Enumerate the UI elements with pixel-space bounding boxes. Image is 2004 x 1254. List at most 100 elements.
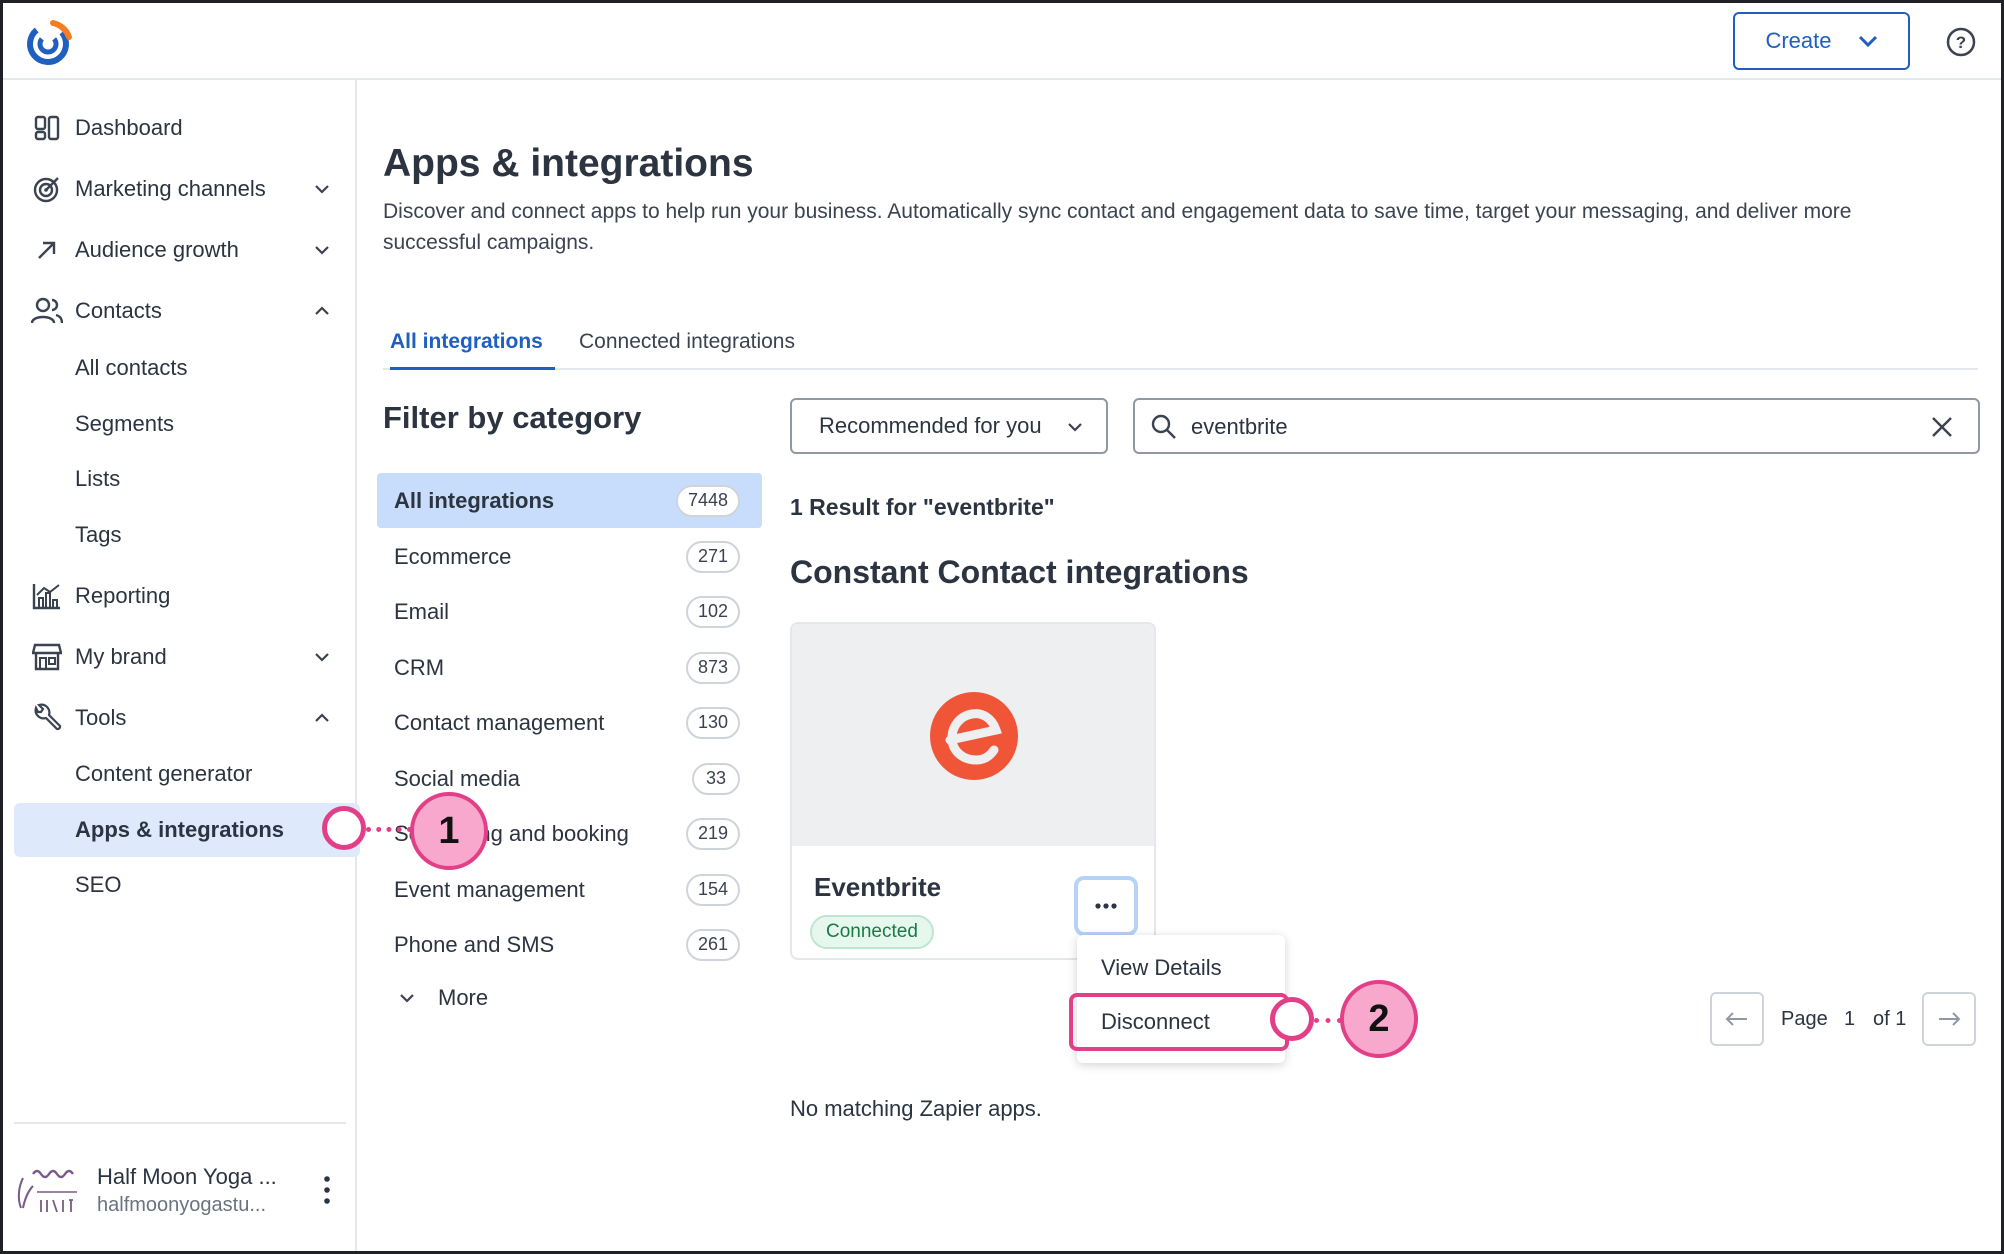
- top-bar: Create ?: [3, 3, 2001, 80]
- tab-connected-integrations[interactable]: Connected integrations: [579, 330, 795, 370]
- category-label: Ecommerce: [394, 543, 512, 569]
- category-crm[interactable]: CRM 873: [377, 640, 762, 695]
- sidebar-item-reporting[interactable]: Reporting: [3, 568, 355, 624]
- category-count: 33: [692, 762, 740, 795]
- sidebar-item-label: Audience growth: [75, 237, 239, 262]
- sidebar-divider: [14, 1122, 346, 1124]
- category-count: 102: [685, 595, 740, 628]
- integration-card-eventbrite[interactable]: Eventbrite Connected: [790, 622, 1156, 960]
- chevron-down-icon: [315, 185, 329, 194]
- tab-bar: All integrations Connected integrations: [383, 322, 1978, 370]
- category-label: Contact management: [394, 709, 605, 735]
- sidebar-subitem-lists[interactable]: Lists: [3, 452, 355, 506]
- next-page-button[interactable]: [1922, 992, 1976, 1046]
- create-button-label: Create: [1765, 28, 1832, 53]
- dashboard-icon: [34, 115, 60, 141]
- arrow-left-icon: [1725, 1012, 1747, 1026]
- sidebar-subitem-label: SEO: [75, 872, 122, 897]
- disconnect-label: Disconnect: [1101, 1009, 1210, 1034]
- sidebar: Dashboard Marketing channels Audience gr…: [3, 80, 360, 1251]
- category-all-integrations[interactable]: All integrations 7448: [377, 473, 762, 528]
- no-match-message: No matching Zapier apps.: [790, 1096, 1042, 1121]
- sidebar-item-marketing-channels[interactable]: Marketing channels: [3, 161, 355, 217]
- chevron-up-icon: [315, 306, 329, 315]
- callout-ring-1: [322, 806, 366, 850]
- page-description: Discover and connect apps to help run yo…: [383, 200, 1852, 254]
- search-input[interactable]: eventbrite: [1133, 398, 1980, 454]
- sidebar-subitem-label: Lists: [75, 466, 121, 491]
- menu-item-view-details[interactable]: View Details: [1101, 955, 1222, 981]
- sidebar-item-my-brand[interactable]: My brand: [3, 629, 355, 685]
- category-count: 154: [685, 873, 740, 906]
- category-label: CRM: [394, 654, 445, 680]
- category-count: 130: [685, 706, 740, 739]
- eventbrite-logo-icon: [930, 692, 1018, 780]
- wrench-icon: [34, 703, 62, 731]
- sidebar-item-tools[interactable]: Tools: [3, 690, 355, 746]
- sidebar-item-label: My brand: [75, 644, 167, 669]
- category-count: 873: [685, 651, 740, 684]
- category-count: 7448: [675, 484, 740, 517]
- category-label: Phone and SMS: [394, 931, 555, 957]
- sidebar-subitem-segments[interactable]: Segments: [3, 397, 355, 451]
- category-phone-sms[interactable]: Phone and SMS 261: [377, 917, 762, 972]
- arrow-right-icon: [1939, 1012, 1961, 1026]
- sidebar-item-contacts[interactable]: Contacts: [3, 283, 355, 339]
- category-contact-management[interactable]: Contact management 130: [377, 695, 762, 750]
- account-switcher[interactable]: Half Moon Yoga ... halfmoonyogastu...: [13, 1158, 353, 1228]
- more-categories-toggle[interactable]: More: [398, 985, 488, 1011]
- more-label: More: [438, 985, 489, 1010]
- sidebar-subitem-all-contacts[interactable]: All contacts: [3, 341, 355, 395]
- create-button[interactable]: Create: [1733, 12, 1910, 70]
- search-icon: [1151, 414, 1176, 439]
- page-label: Page: [1781, 1008, 1828, 1030]
- category-label: Event management: [394, 876, 585, 902]
- account-logo-icon: [17, 1169, 77, 1213]
- sidebar-subitem-seo[interactable]: SEO: [3, 858, 355, 912]
- sidebar-item-dashboard[interactable]: Dashboard: [3, 100, 355, 156]
- sort-select[interactable]: Recommended for you: [790, 398, 1108, 454]
- prev-page-button[interactable]: [1710, 992, 1764, 1046]
- result-count: 1 Result for "eventbrite": [790, 494, 1055, 520]
- category-event-management[interactable]: Event management 154: [377, 862, 762, 917]
- chart-icon: [32, 584, 60, 610]
- more-options-button[interactable]: [1074, 876, 1138, 936]
- sidebar-subitem-label: Segments: [75, 411, 175, 436]
- pagination: Page 1 of 1: [1710, 992, 1976, 1046]
- sidebar-subitem-content-generator[interactable]: Content generator: [3, 747, 355, 801]
- filter-title: Filter by category: [383, 400, 642, 435]
- callout-number-2: 2: [1340, 980, 1418, 1058]
- svg-text:?: ?: [1956, 33, 1966, 52]
- account-email: halfmoonyogastu...: [97, 1194, 266, 1216]
- sidebar-item-audience-growth[interactable]: Audience growth: [3, 222, 355, 278]
- tab-all-integrations[interactable]: All integrations: [390, 330, 555, 370]
- arrow-up-right-icon: [38, 241, 56, 259]
- category-ecommerce[interactable]: Ecommerce 271: [377, 529, 762, 584]
- help-icon[interactable]: ?: [1946, 27, 1976, 57]
- close-icon[interactable]: [1928, 413, 1956, 441]
- category-count: 271: [685, 540, 740, 573]
- page-total: of 1: [1873, 1008, 1907, 1030]
- sidebar-subitem-label: Tags: [75, 522, 122, 547]
- kebab-menu-icon[interactable]: [320, 1174, 334, 1206]
- section-title: Constant Contact integrations: [790, 554, 1249, 590]
- callout-connector-2: [1314, 1018, 1342, 1023]
- menu-item-disconnect[interactable]: Disconnect: [1069, 993, 1289, 1051]
- account-name: Half Moon Yoga ...: [97, 1164, 277, 1189]
- sidebar-subitem-label: All contacts: [75, 355, 188, 380]
- status-badge: Connected: [810, 915, 934, 949]
- constant-contact-logo-icon[interactable]: [23, 17, 73, 67]
- sidebar-subitem-tags[interactable]: Tags: [3, 508, 355, 562]
- search-value: eventbrite: [1191, 414, 1288, 439]
- chevron-down-icon: [1858, 35, 1877, 48]
- callout-connector-1: [366, 827, 412, 832]
- category-email[interactable]: Email 102: [377, 584, 762, 639]
- sidebar-subitem-apps-integrations[interactable]: Apps & integrations: [14, 803, 360, 857]
- sort-select-value: Recommended for you: [819, 413, 1042, 438]
- sidebar-item-label: Reporting: [75, 583, 171, 608]
- chevron-up-icon: [315, 713, 329, 722]
- category-label: Email: [394, 598, 450, 624]
- card-name: Eventbrite: [814, 872, 942, 902]
- category-count: 261: [685, 928, 740, 961]
- sidebar-item-label: Tools: [75, 705, 127, 730]
